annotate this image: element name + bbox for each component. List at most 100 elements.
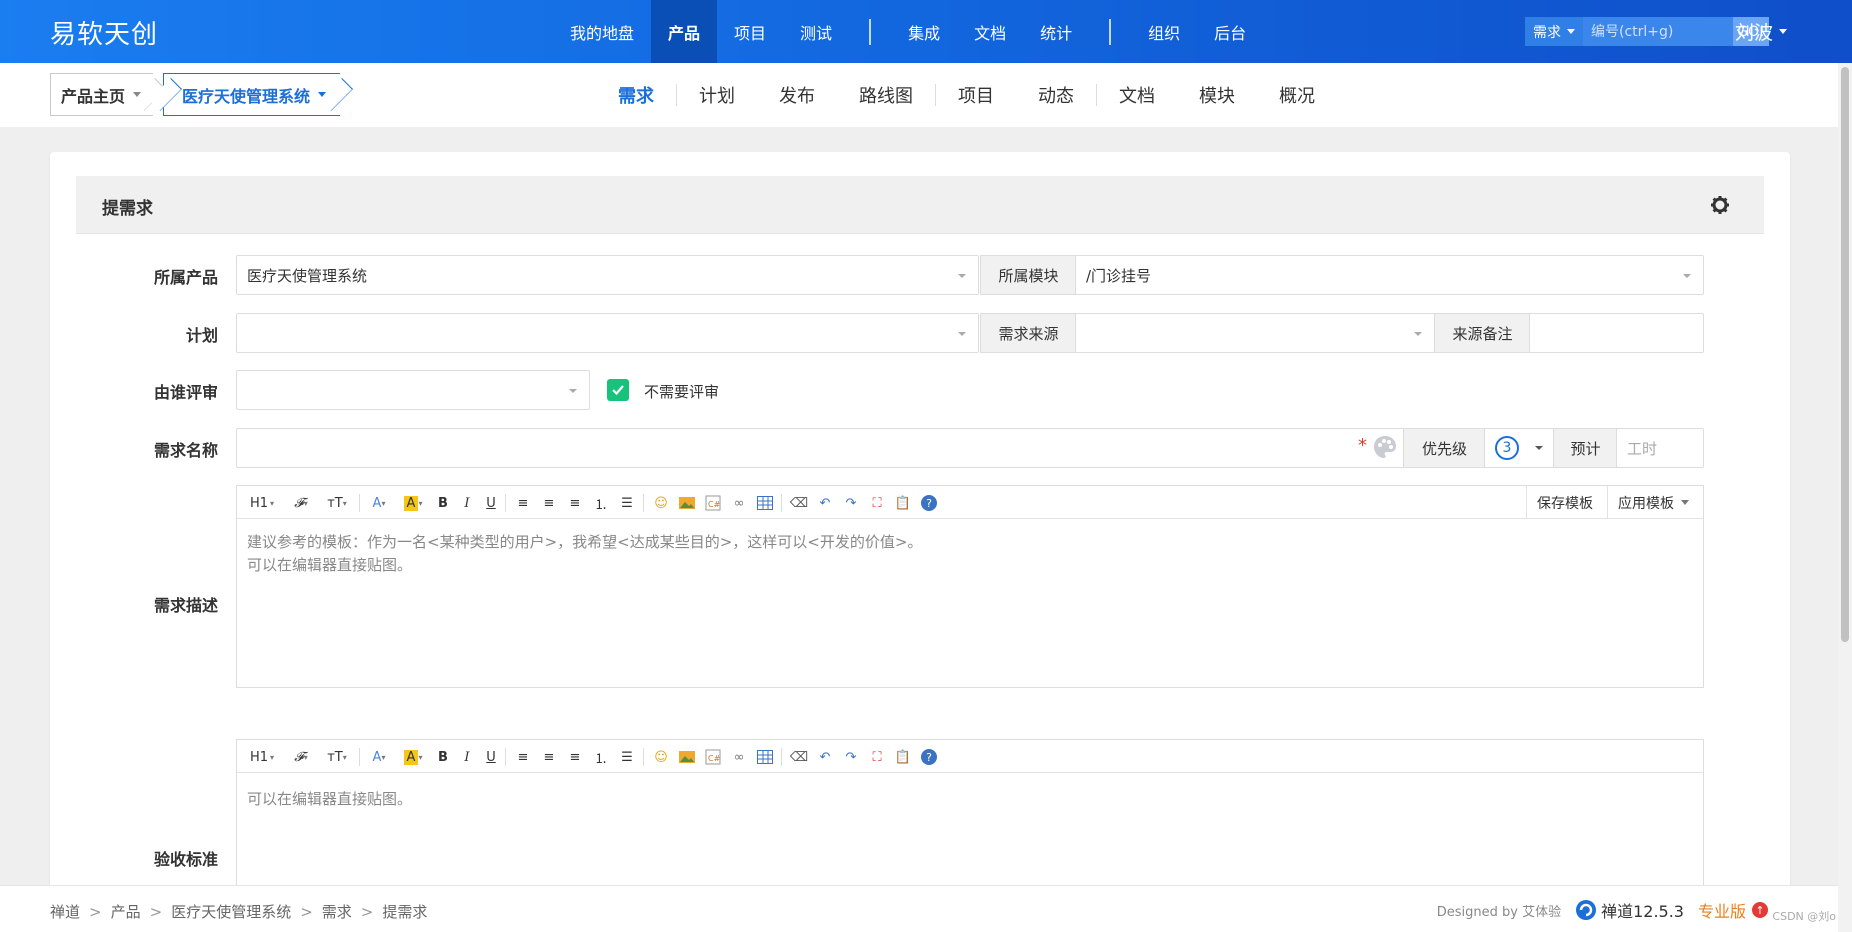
emoji-icon[interactable]: ☺: [651, 747, 671, 767]
footer-crumb-product[interactable]: 产品: [111, 901, 141, 922]
font-size-button[interactable]: тT ▾: [323, 493, 351, 513]
toolbar-divider: [359, 494, 360, 512]
redo-icon[interactable]: ↷: [841, 493, 861, 513]
nav-docs[interactable]: 文档: [957, 0, 1023, 63]
source-select[interactable]: [1075, 313, 1435, 353]
tab-dynamic[interactable]: 动态: [1016, 82, 1096, 108]
description-editor[interactable]: H1 ▾ 𝓕 ▾ тT ▾ A ▾ A ▾ B I U ≡ ≡ ≡ ⒈ ☰ ☺ C# ∞ …: [236, 485, 1704, 688]
nav-stats[interactable]: 统计: [1023, 0, 1089, 63]
tab-project[interactable]: 项目: [936, 82, 1016, 108]
footer-crumb-zentao[interactable]: 禅道: [50, 901, 80, 922]
nav-my-dashboard[interactable]: 我的地盘: [553, 0, 651, 63]
color-palette-icon[interactable]: [1372, 434, 1398, 460]
link-icon[interactable]: ∞: [729, 493, 749, 513]
apply-template-button[interactable]: 应用模板: [1607, 486, 1699, 519]
heading-button[interactable]: H1 ▾: [247, 747, 277, 767]
tab-module[interactable]: 模块: [1177, 82, 1257, 108]
search-type-select[interactable]: 需求: [1525, 17, 1583, 46]
font-family-button[interactable]: 𝓕 ▾: [289, 493, 313, 513]
breadcrumb-product-switcher[interactable]: 医疗天使管理系统: [163, 73, 341, 116]
align-center-icon[interactable]: ≡: [539, 747, 559, 767]
undo-icon[interactable]: ↶: [815, 493, 835, 513]
product-select[interactable]: 医疗天使管理系统: [236, 255, 979, 295]
image-icon[interactable]: [677, 493, 697, 513]
scrollbar-thumb[interactable]: [1841, 67, 1849, 642]
font-size-button[interactable]: тT ▾: [323, 747, 351, 767]
align-right-icon[interactable]: ≡: [565, 493, 585, 513]
save-template-button[interactable]: 保存模板: [1526, 486, 1603, 519]
font-family-button[interactable]: 𝓕 ▾: [289, 747, 313, 767]
tab-docs[interactable]: 文档: [1097, 82, 1177, 108]
underline-button[interactable]: U: [483, 493, 499, 513]
unordered-list-icon[interactable]: ☰: [617, 747, 637, 767]
highlight-button[interactable]: A ▾: [399, 747, 427, 767]
tab-overview[interactable]: 概况: [1257, 82, 1337, 108]
undo-icon[interactable]: ↶: [815, 747, 835, 767]
underline-button[interactable]: U: [483, 747, 499, 767]
no-review-checkbox[interactable]: [607, 379, 629, 401]
align-right-icon[interactable]: ≡: [565, 747, 585, 767]
fullscreen-icon[interactable]: ⛶: [867, 493, 887, 513]
help-icon[interactable]: ?: [919, 493, 939, 513]
link-icon[interactable]: ∞: [729, 747, 749, 767]
align-left-icon[interactable]: ≡: [513, 747, 533, 767]
redo-icon[interactable]: ↷: [841, 747, 861, 767]
code-icon[interactable]: C#: [703, 747, 723, 767]
paste-icon[interactable]: 📋: [893, 493, 913, 513]
sub-header: 产品主页 医疗天使管理系统 需求 计划 发布 路线图 项目 动态 文档 模块 概…: [0, 63, 1838, 127]
priority-select[interactable]: 3: [1484, 428, 1554, 468]
unordered-list-icon[interactable]: ☰: [617, 493, 637, 513]
bold-button[interactable]: B: [435, 747, 451, 767]
footer-crumb-story[interactable]: 需求: [322, 901, 352, 922]
plan-select[interactable]: [236, 313, 979, 353]
table-icon[interactable]: [755, 747, 775, 767]
fullscreen-icon[interactable]: ⛶: [867, 747, 887, 767]
paste-icon[interactable]: 📋: [893, 747, 913, 767]
tab-roadmap[interactable]: 路线图: [837, 82, 935, 108]
gear-icon[interactable]: [1710, 195, 1730, 215]
search-input[interactable]: [1583, 17, 1733, 46]
tab-release[interactable]: 发布: [757, 82, 837, 108]
nav-test[interactable]: 测试: [783, 0, 849, 63]
align-center-icon[interactable]: ≡: [539, 493, 559, 513]
italic-button[interactable]: I: [459, 493, 475, 513]
designed-by[interactable]: Designed by 艾体验: [1437, 901, 1561, 920]
highlight-button[interactable]: A ▾: [399, 493, 427, 513]
chevron-down-icon: [1683, 274, 1691, 278]
nav-product[interactable]: 产品: [651, 0, 718, 63]
italic-button[interactable]: I: [459, 747, 475, 767]
table-icon[interactable]: [755, 493, 775, 513]
panel-title: 提需求: [102, 199, 153, 219]
ordered-list-icon[interactable]: ⒈: [591, 747, 611, 767]
eraser-icon[interactable]: ⌫: [789, 493, 809, 513]
tab-story[interactable]: 需求: [596, 82, 676, 108]
font-color-button[interactable]: A ▾: [367, 493, 391, 513]
emoji-icon[interactable]: ☺: [651, 493, 671, 513]
ordered-list-icon[interactable]: ⒈: [591, 493, 611, 513]
page-scrollbar[interactable]: [1838, 63, 1852, 932]
user-menu[interactable]: 刘波: [1735, 18, 1788, 45]
image-icon[interactable]: [677, 747, 697, 767]
module-select[interactable]: /门诊挂号: [1075, 255, 1704, 295]
nav-org[interactable]: 组织: [1131, 0, 1197, 63]
nav-project[interactable]: 项目: [717, 0, 783, 63]
footer-crumb-product-name[interactable]: 医疗天使管理系统: [171, 901, 291, 922]
zentao-version[interactable]: 禅道12.5.3: [1575, 898, 1684, 922]
reviewer-select[interactable]: [236, 370, 590, 410]
source-note-input[interactable]: [1529, 313, 1704, 353]
nav-integration[interactable]: 集成: [891, 0, 957, 63]
tab-plan[interactable]: 计划: [677, 82, 757, 108]
help-icon[interactable]: ?: [919, 747, 939, 767]
estimate-input[interactable]: 工时: [1616, 428, 1704, 468]
pro-edition[interactable]: 专业版 ↑: [1698, 898, 1768, 922]
breadcrumb-product-home[interactable]: 产品主页: [50, 73, 154, 116]
align-left-icon[interactable]: ≡: [513, 493, 533, 513]
story-name-input[interactable]: [236, 428, 1454, 468]
nav-admin[interactable]: 后台: [1197, 0, 1263, 63]
heading-button[interactable]: H1 ▾: [247, 493, 277, 513]
code-icon[interactable]: C#: [703, 493, 723, 513]
brand-logo[interactable]: 易软天创: [50, 14, 158, 51]
eraser-icon[interactable]: ⌫: [789, 747, 809, 767]
bold-button[interactable]: B: [435, 493, 451, 513]
font-color-button[interactable]: A ▾: [367, 747, 391, 767]
